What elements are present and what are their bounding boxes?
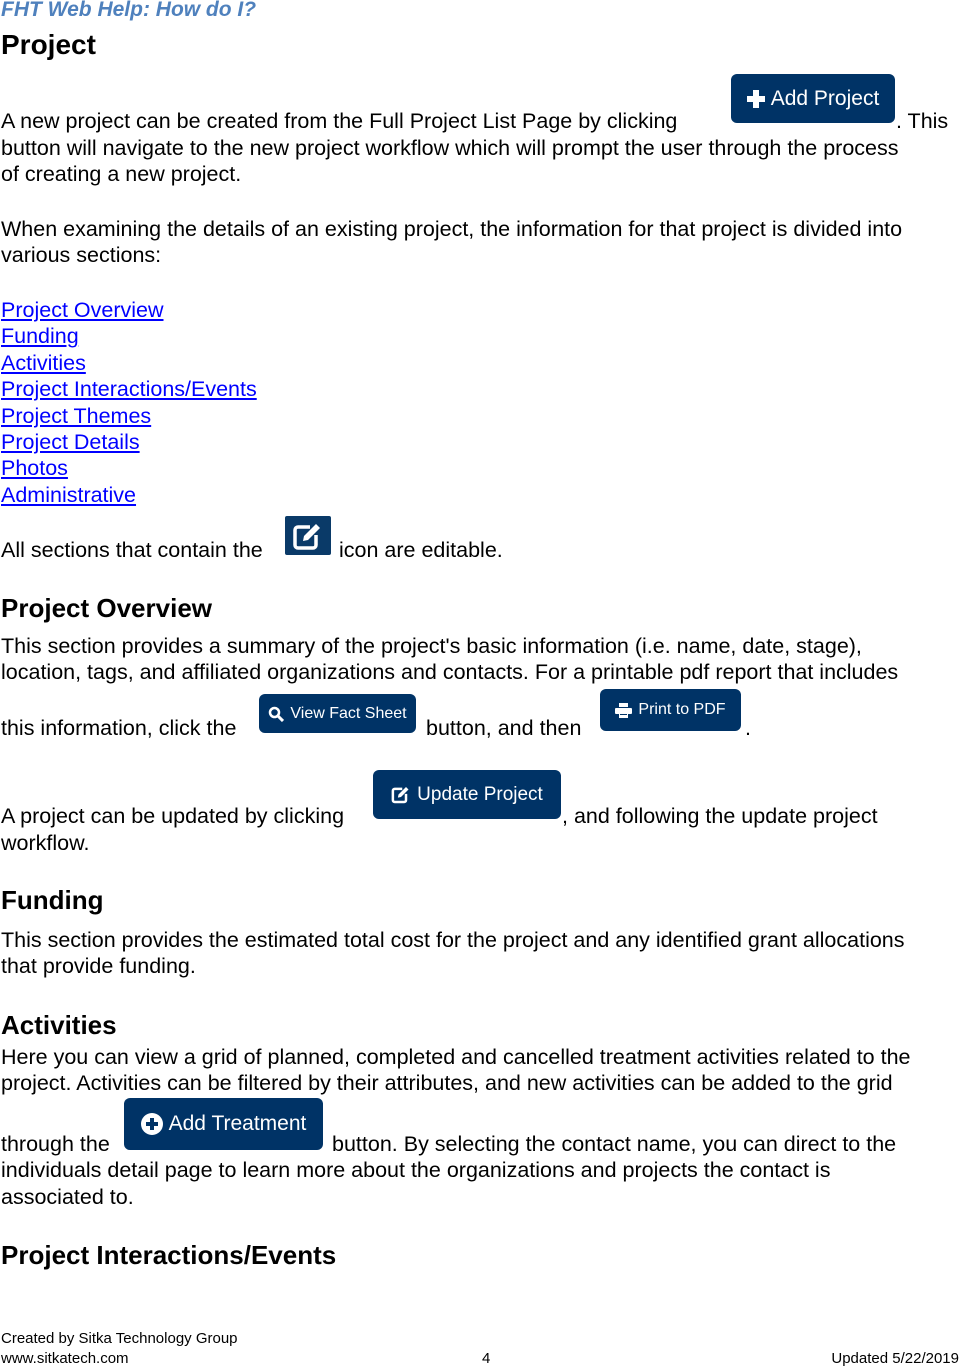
search-icon [269, 706, 285, 722]
overview-line-3b: button, and then [426, 716, 582, 740]
add-treatment-label: Add Treatment [168, 1112, 307, 1135]
footer-page-number: 4 [482, 1350, 491, 1367]
footer-updated: Updated 5/22/2019 [831, 1350, 959, 1367]
section-links: Project Overview Funding Activities Proj… [1, 297, 257, 508]
intro-line-5: various sections: [1, 243, 162, 267]
editable-note-after: icon are editable. [339, 538, 503, 562]
edit-icon [293, 523, 320, 550]
add-project-button[interactable]: Add Project [731, 74, 895, 123]
heading-project-interactions-events: Project Interactions/Events [1, 1240, 337, 1270]
funding-line-2: that provide funding. [1, 954, 196, 978]
print-icon [615, 702, 633, 718]
link-funding[interactable]: Funding [1, 323, 257, 349]
edit-icon-button [285, 516, 331, 555]
page-title: Project [1, 29, 96, 60]
link-project-interactions-events[interactable]: Project Interactions/Events [1, 376, 257, 402]
link-photos[interactable]: Photos [1, 455, 257, 481]
link-administrative[interactable]: Administrative [1, 482, 257, 508]
intro-line-1-end: . This [896, 109, 949, 133]
activities-line-5: associated to. [1, 1185, 134, 1209]
intro-text: A new project can be created from the Fu… [1, 109, 678, 133]
editable-note-before: All sections that contain the [1, 538, 263, 562]
activities-line-3b: button. By selecting the contact name, y… [332, 1132, 897, 1156]
activities-line-1: Here you can view a grid of planned, com… [1, 1045, 911, 1069]
print-to-pdf-label: Print to PDF [638, 701, 726, 718]
update-project-button[interactable]: Update Project [373, 770, 561, 819]
funding-line-1: This section provides the estimated tota… [1, 928, 905, 952]
document-header: FHT Web Help: How do I? [1, 0, 257, 21]
plus-circle-icon [140, 1113, 163, 1135]
view-fact-sheet-label: View Fact Sheet [290, 704, 407, 722]
intro-line-3: of creating a new project. [1, 162, 242, 186]
overview-line-4b: , and following the update project [562, 804, 878, 828]
intro-line-2: button will navigate to the new project … [1, 136, 899, 160]
link-project-themes[interactable]: Project Themes [1, 403, 257, 429]
edit-icon [391, 787, 409, 804]
footer-created-by: Created by Sitka Technology Group [1, 1330, 238, 1347]
activities-line-3a: through the [1, 1132, 110, 1156]
view-fact-sheet-button[interactable]: View Fact Sheet [259, 694, 416, 733]
overview-line-3c: . [745, 716, 751, 740]
intro-line-1: A new project can be created from the Fu… [1, 108, 677, 135]
activities-line-4: individuals detail page to learn more ab… [1, 1158, 831, 1182]
add-treatment-button[interactable]: Add Treatment [124, 1098, 323, 1150]
link-project-overview[interactable]: Project Overview [1, 297, 257, 323]
intro-line-4: When examining the details of an existin… [1, 217, 903, 241]
overview-line-1: This section provides a summary of the p… [1, 634, 862, 658]
activities-line-2: project. Activities can be filtered by t… [1, 1071, 893, 1095]
plus-icon [746, 89, 765, 108]
footer-website: www.sitkatech.com [1, 1350, 129, 1367]
overview-line-2: location, tags, and affiliated organizat… [1, 660, 899, 684]
link-activities[interactable]: Activities [1, 350, 257, 376]
print-to-pdf-button[interactable]: Print to PDF [600, 689, 741, 731]
link-project-details[interactable]: Project Details [1, 429, 257, 455]
add-project-label: Add Project [770, 86, 880, 110]
heading-activities: Activities [1, 1010, 117, 1040]
heading-project-overview: Project Overview [1, 593, 212, 623]
overview-line-3a: this information, click the [1, 716, 237, 740]
update-project-label: Update Project [417, 783, 543, 805]
heading-funding: Funding [1, 885, 104, 915]
overview-line-5: workflow. [1, 831, 90, 855]
overview-line-4a: A project can be updated by clicking [1, 804, 345, 828]
